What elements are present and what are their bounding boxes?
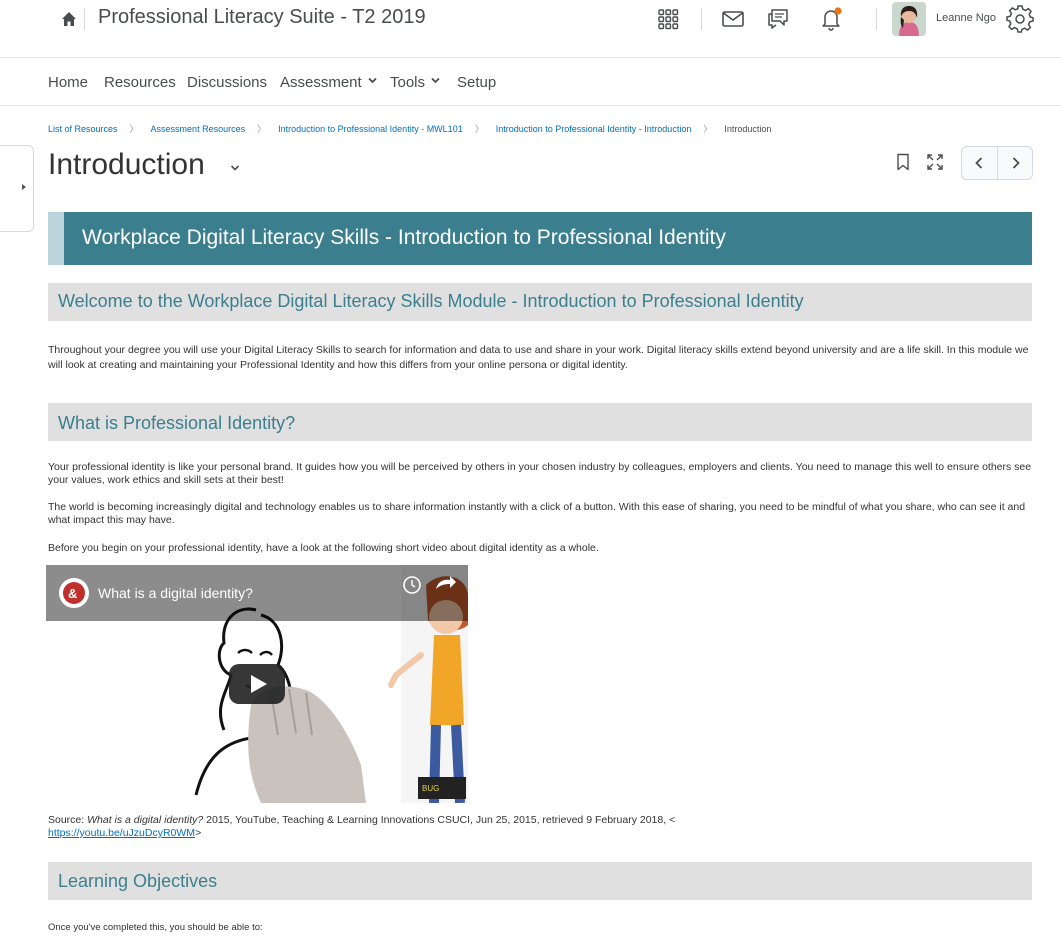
- course-title[interactable]: Professional Literacy Suite - T2 2019: [98, 6, 426, 29]
- breadcrumb-link[interactable]: List of Resources: [48, 124, 118, 134]
- source-close: >: [195, 827, 202, 839]
- nav-home[interactable]: Home: [48, 74, 88, 91]
- module-banner: Workplace Digital Literacy Skills - Intr…: [48, 212, 1032, 265]
- objectives-intro: Once you've completed this, you should b…: [48, 922, 263, 933]
- breadcrumb: List of Resources 〉 Assessment Resources 〉 I…: [48, 122, 771, 135]
- bookmark-icon[interactable]: [896, 153, 910, 171]
- nav-assessment[interactable]: Assessment: [280, 74, 377, 91]
- chevron-down-icon[interactable]: [230, 164, 240, 172]
- avatar[interactable]: [892, 2, 926, 36]
- section-heading: What is Professional Identity?: [48, 403, 1032, 441]
- mail-icon[interactable]: [720, 6, 746, 32]
- breadcrumb-current: Introduction: [724, 124, 772, 134]
- source-link[interactable]: https://youtu.be/uJzuDcyR0WM: [48, 827, 195, 839]
- apps-grid-icon[interactable]: [655, 6, 681, 32]
- next-topic-button[interactable]: [998, 147, 1033, 179]
- nav-tools-label: Tools: [390, 74, 426, 91]
- page-title: Introduction: [48, 148, 205, 181]
- welcome-heading: Welcome to the Workplace Digital Literac…: [58, 291, 804, 311]
- what-paragraph-2: The world is becoming increasingly digit…: [48, 501, 1026, 526]
- breadcrumb-separator: 〉: [129, 124, 139, 134]
- video-source: Source: What is a digital identity? 2015…: [48, 814, 1032, 840]
- welcome-text: Throughout your degree you will use your…: [48, 344, 1029, 371]
- source-details: 2015, YouTube, Teaching & Learning Innov…: [203, 814, 676, 826]
- divider: [876, 8, 877, 30]
- breadcrumb-separator: 〉: [703, 124, 713, 134]
- notification-dot: [834, 7, 842, 15]
- topic-pager: [961, 146, 1033, 180]
- breadcrumb-link[interactable]: Assessment Resources: [151, 124, 246, 134]
- section-heading: Learning Objectives: [48, 862, 1032, 900]
- side-panel-toggle[interactable]: [0, 145, 34, 232]
- breadcrumb-separator: 〉: [474, 124, 484, 134]
- nav-resources[interactable]: Resources: [104, 74, 176, 91]
- nav-assessment-label: Assessment: [280, 74, 362, 91]
- chevron-down-icon: [431, 77, 440, 84]
- nav-tools[interactable]: Tools: [390, 74, 440, 91]
- what-paragraph-3: Before you begin on your professional id…: [48, 542, 599, 554]
- expand-arrow-icon: [22, 184, 26, 190]
- source-title: What is a digital identity?: [87, 814, 204, 826]
- source-prefix: Source:: [48, 814, 88, 826]
- video-title[interactable]: What is a digital identity?: [98, 585, 253, 601]
- chevron-down-icon: [368, 77, 377, 84]
- what-paragraph-1: Your professional identity is like your …: [48, 461, 1032, 486]
- svg-text:BUG: BUG: [422, 784, 439, 793]
- banner-title: Workplace Digital Literacy Skills - Intr…: [82, 226, 726, 249]
- banner-accent: [48, 212, 64, 265]
- what-heading: What is Professional Identity?: [58, 413, 296, 433]
- breadcrumb-separator: 〉: [257, 124, 267, 134]
- breadcrumb-link[interactable]: Introduction to Professional Identity - …: [278, 124, 463, 134]
- nav-setup[interactable]: Setup: [457, 74, 496, 91]
- top-bar: Professional Literacy Suite - T2 2019 Le…: [0, 0, 1061, 58]
- nav-discussions[interactable]: Discussions: [187, 74, 267, 91]
- svg-text:&: &: [68, 586, 77, 601]
- objectives-heading: Learning Objectives: [58, 871, 218, 891]
- divider: [701, 8, 702, 30]
- video-player[interactable]: BUG & What is a digital identity?: [46, 565, 468, 803]
- divider: [84, 8, 85, 30]
- nav-bar: Home Resources Discussions Assessment To…: [0, 58, 1061, 106]
- fullscreen-icon[interactable]: [926, 153, 944, 171]
- previous-topic-button[interactable]: [962, 147, 997, 179]
- user-name[interactable]: Leanne Ngo: [936, 12, 996, 24]
- bell-icon[interactable]: [818, 6, 844, 32]
- section-heading: Welcome to the Workplace Digital Literac…: [48, 283, 1032, 321]
- chat-icon[interactable]: [765, 6, 791, 32]
- home-icon[interactable]: [60, 10, 78, 28]
- gear-icon[interactable]: [1006, 5, 1034, 33]
- breadcrumb-link[interactable]: Introduction to Professional Identity - …: [496, 124, 692, 134]
